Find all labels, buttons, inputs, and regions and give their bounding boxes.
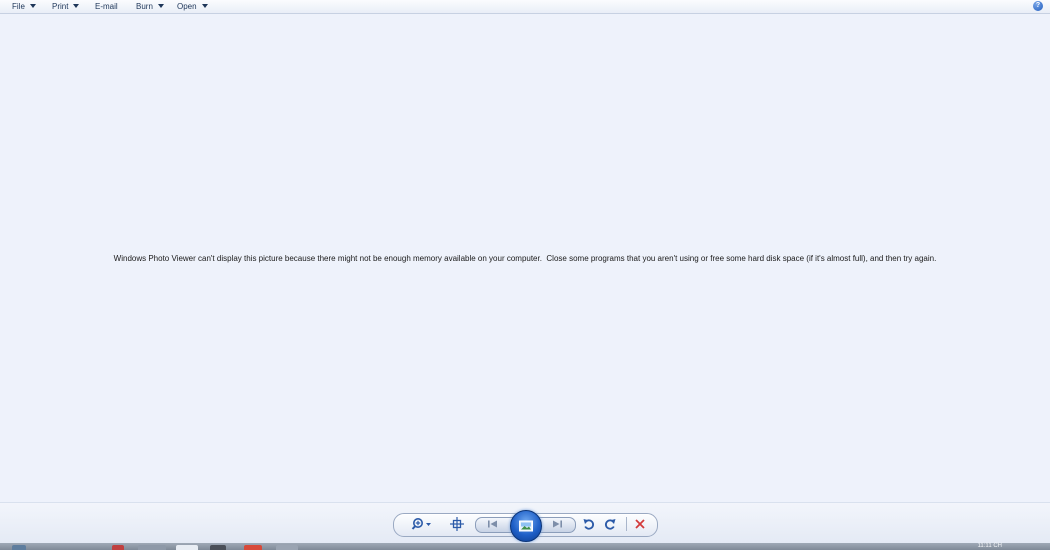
picture-icon [519,520,533,532]
skip-previous-icon [488,520,497,528]
rotate-right-icon [605,519,616,530]
taskbar-app-icon[interactable] [276,545,298,550]
crosshair-icon [450,517,464,531]
error-message: Windows Photo Viewer can't display this … [113,254,937,263]
toolbar-separator [626,517,627,531]
email-menu-label: E-mail [95,1,118,11]
rotate-left-icon [583,519,594,530]
chevron-down-icon [157,4,164,8]
actual-size-button[interactable] [449,516,465,532]
burn-menu-label: Burn [136,1,153,11]
previous-button[interactable] [483,517,503,531]
zoom-button[interactable] [410,516,434,532]
file-menu[interactable]: File [12,0,36,12]
menu-bar: File Print E-mail Burn Open ? [0,0,1050,14]
close-x-icon [635,519,645,529]
chevron-down-icon [73,4,80,8]
magnifier-icon [411,518,431,530]
delete-button[interactable] [632,516,648,532]
rotate-clockwise-button[interactable] [602,516,618,532]
rotate-counterclockwise-button[interactable] [581,516,597,532]
open-menu-label: Open [177,1,197,11]
email-menu[interactable]: E-mail [95,0,118,12]
chevron-down-icon [201,4,208,8]
taskbar-app-icon[interactable] [244,545,262,550]
taskbar-app-icon[interactable] [176,545,198,550]
skip-next-icon [553,520,562,528]
taskbar-app-icon[interactable] [210,545,226,550]
start-button-icon[interactable] [12,545,26,550]
burn-menu[interactable]: Burn [136,0,164,12]
print-menu[interactable]: Print [52,0,80,12]
next-button[interactable] [547,517,567,531]
help-icon[interactable]: ? [1033,1,1043,11]
taskbar-app-icon[interactable] [138,545,166,550]
print-menu-label: Print [52,1,69,11]
chevron-down-icon [29,4,36,8]
slideshow-button[interactable] [510,510,542,542]
file-menu-label: File [12,1,25,11]
taskbar-app-icon[interactable] [112,545,124,550]
taskbar-clock[interactable]: 11:11 CH [978,543,1002,550]
open-menu[interactable]: Open [177,0,208,12]
